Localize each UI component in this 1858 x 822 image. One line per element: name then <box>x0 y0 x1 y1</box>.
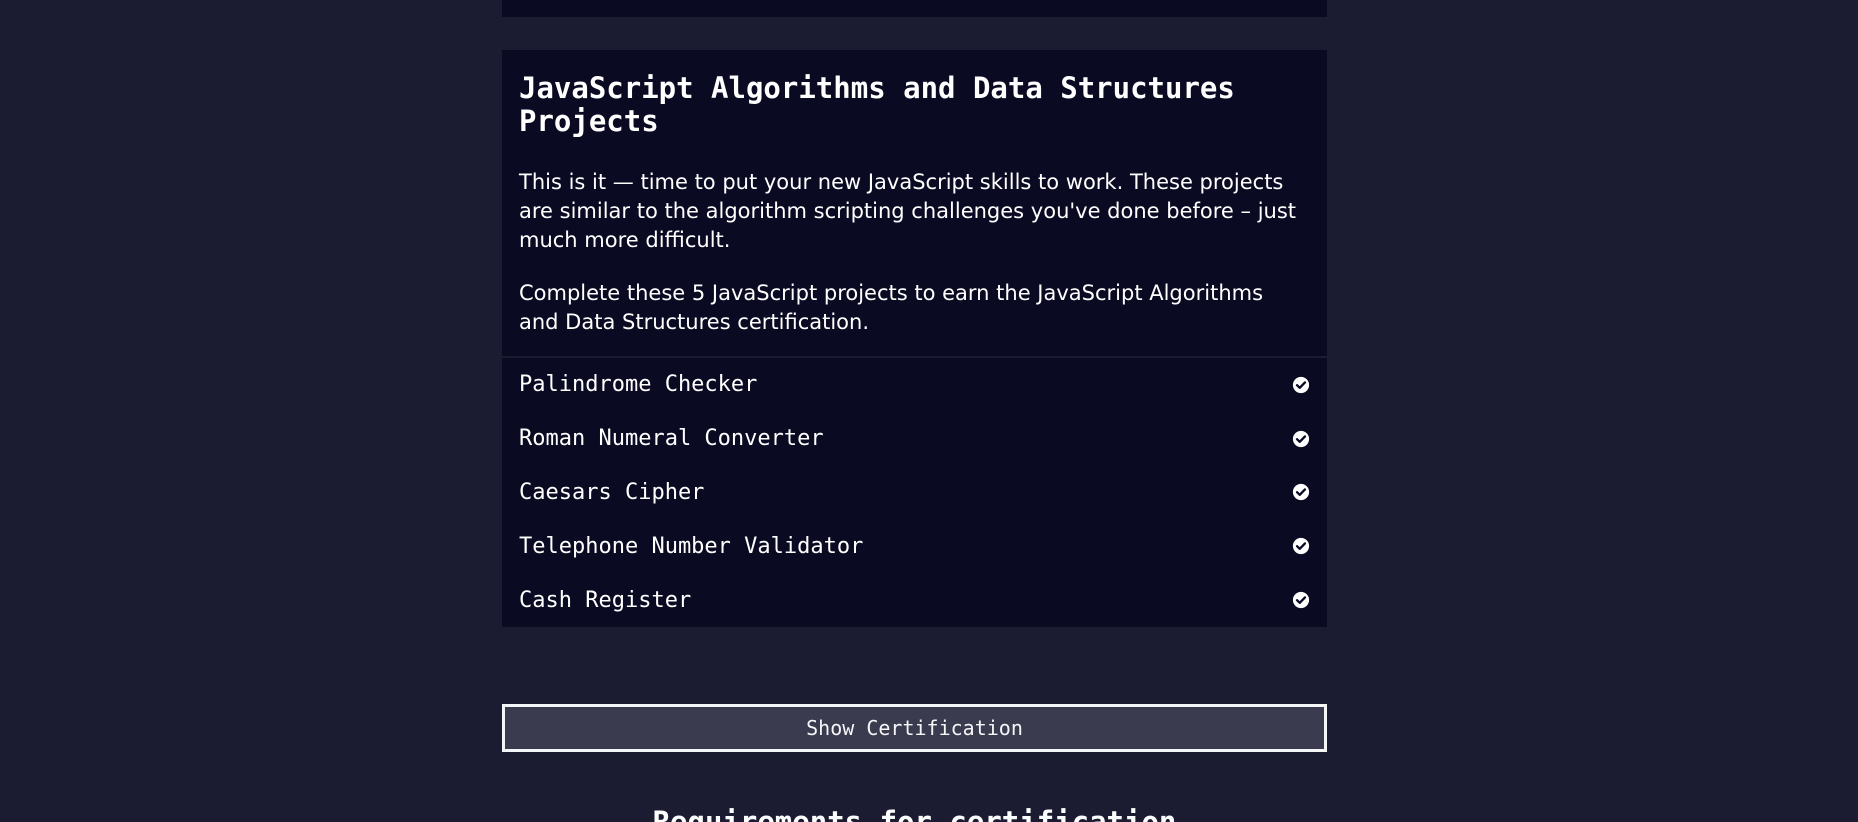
project-item-telephone-number-validator[interactable]: Telephone Number Validator <box>502 519 1327 573</box>
project-item-palindrome-checker[interactable]: Palindrome Checker <box>502 358 1327 412</box>
project-list: Palindrome Checker Roman Numeral Convert… <box>502 358 1327 627</box>
projects-section: JavaScript Algorithms and Data Structure… <box>502 50 1327 627</box>
project-link[interactable]: Roman Numeral Converter <box>519 426 824 451</box>
section-title: JavaScript Algorithms and Data Structure… <box>519 71 1235 138</box>
check-circle-icon <box>1292 430 1310 448</box>
section-description: This is it — time to put your new JavaSc… <box>519 170 1297 252</box>
previous-section-panel <box>502 0 1327 17</box>
check-circle-icon <box>1292 376 1310 394</box>
check-circle-icon <box>1292 483 1310 501</box>
project-item-cash-register[interactable]: Cash Register <box>502 573 1327 627</box>
project-link[interactable]: Palindrome Checker <box>519 372 757 397</box>
project-link[interactable]: Telephone Number Validator <box>519 534 863 559</box>
requirements-heading: Requirements for certification <box>652 805 1177 822</box>
check-circle-icon <box>1292 537 1310 555</box>
page: JavaScript Algorithms and Data Structure… <box>0 0 1858 822</box>
show-certification-button[interactable]: Show Certification <box>502 704 1327 752</box>
project-item-roman-numeral-converter[interactable]: Roman Numeral Converter <box>502 412 1327 466</box>
project-link[interactable]: Caesars Cipher <box>519 480 704 505</box>
check-circle-icon <box>1292 591 1310 609</box>
section-intro: JavaScript Algorithms and Data Structure… <box>502 50 1327 356</box>
section-requirements-text: Complete these 5 JavaScript projects to … <box>519 281 1264 334</box>
project-link[interactable]: Cash Register <box>519 588 691 613</box>
project-item-caesars-cipher[interactable]: Caesars Cipher <box>502 466 1327 520</box>
